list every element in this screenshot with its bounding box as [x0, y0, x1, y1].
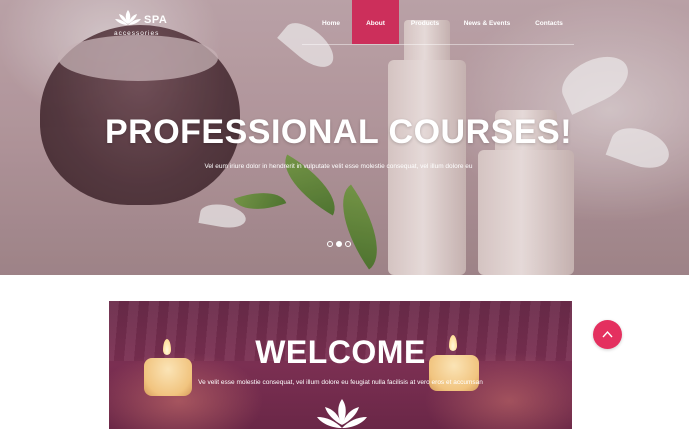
- hero-subtitle: Vel eum iriure dolor in hendrerit in vul…: [204, 163, 473, 170]
- hero-title: PROFESSIONAL COURSES!: [104, 113, 573, 151]
- brand-tagline: accessories: [114, 30, 160, 37]
- welcome-banner: WELCOME Ve velit esse molestie consequat…: [109, 301, 572, 429]
- nav-item-products[interactable]: Products: [399, 0, 451, 44]
- nav-divider: [302, 44, 574, 45]
- lotus-icon: [115, 10, 141, 25]
- chevron-up-icon: [602, 330, 613, 338]
- slider-dot-1[interactable]: [327, 241, 333, 247]
- main-nav: Home About Products News & Events Contac…: [302, 0, 574, 44]
- lotus-icon: [317, 399, 367, 428]
- slider-pagination: [327, 241, 355, 247]
- slider-dot-3[interactable]: [345, 241, 351, 247]
- welcome-subtitle: Ve velit esse molestie consequat, vel il…: [198, 379, 483, 386]
- nav-item-about[interactable]: About: [352, 0, 399, 44]
- site-logo[interactable]: SPA accessories: [114, 9, 174, 41]
- brand-name: SPA: [144, 14, 168, 26]
- welcome-title: WELCOME: [255, 334, 426, 370]
- nav-item-contacts[interactable]: Contacts: [526, 0, 572, 44]
- slider-dot-2[interactable]: [336, 241, 342, 247]
- scroll-top-button[interactable]: [593, 320, 622, 349]
- hero-slider: SPA accessories Home About Products News…: [0, 0, 689, 275]
- nav-item-news-events[interactable]: News & Events: [458, 0, 516, 44]
